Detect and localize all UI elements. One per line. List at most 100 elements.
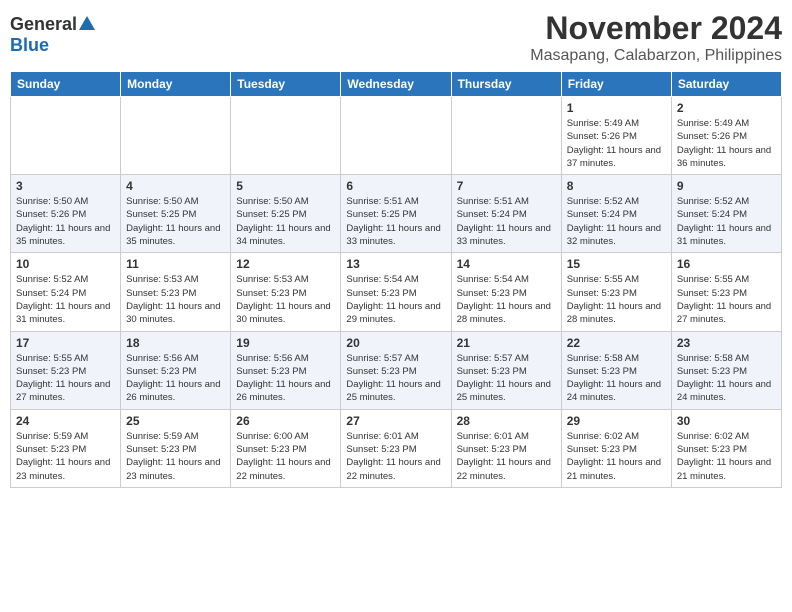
day-number: 27: [346, 414, 445, 428]
calendar-day-cell: 8 Sunrise: 5:52 AMSunset: 5:24 PMDaylight…: [561, 175, 671, 253]
day-info: Sunrise: 5:55 AMSunset: 5:23 PMDaylight:…: [567, 273, 666, 326]
logo-general-text: General: [10, 14, 77, 35]
calendar-day-cell: 10Sunrise: 5:52 AMSunset: 5:24 PMDayligh…: [11, 253, 121, 331]
calendar-header-monday: Monday: [121, 72, 231, 97]
calendar-header-saturday: Saturday: [671, 72, 781, 97]
day-number: 2: [677, 101, 776, 115]
day-info: Sunrise: 5:52 AMSunset: 5:24 PMDaylight:…: [16, 273, 115, 326]
day-number: 1: [567, 101, 666, 115]
day-number: 3: [16, 179, 115, 193]
day-info: Sunrise: 5:55 AMSunset: 5:23 PMDaylight:…: [677, 273, 776, 326]
logo: General Blue: [10, 10, 95, 56]
day-number: 28: [457, 414, 556, 428]
day-info: Sunrise: 5:52 AMSunset: 5:24 PMDaylight:…: [567, 195, 666, 248]
day-info: Sunrise: 5:50 AMSunset: 5:26 PMDaylight:…: [16, 195, 115, 248]
logo-blue-text: Blue: [10, 35, 49, 56]
calendar-day-cell: [341, 97, 451, 175]
day-number: 8: [567, 179, 666, 193]
day-number: 11: [126, 257, 225, 271]
day-number: 16: [677, 257, 776, 271]
calendar-day-cell: 5 Sunrise: 5:50 AMSunset: 5:25 PMDaylight…: [231, 175, 341, 253]
calendar-day-cell: 1 Sunrise: 5:49 AMSunset: 5:26 PMDaylight…: [561, 97, 671, 175]
calendar-day-cell: 26 Sunrise: 6:00 AMSunset: 5:23 PMDayligh…: [231, 409, 341, 487]
day-number: 14: [457, 257, 556, 271]
day-info: Sunrise: 6:01 AMSunset: 5:23 PMDaylight:…: [457, 430, 556, 483]
calendar-day-cell: 14 Sunrise: 5:54 AMSunset: 5:23 PMDayligh…: [451, 253, 561, 331]
day-info: Sunrise: 5:49 AMSunset: 5:26 PMDaylight:…: [677, 117, 776, 170]
day-info: Sunrise: 5:51 AMSunset: 5:24 PMDaylight:…: [457, 195, 556, 248]
day-info: Sunrise: 5:56 AMSunset: 5:23 PMDaylight:…: [126, 352, 225, 405]
calendar-day-cell: 28 Sunrise: 6:01 AMSunset: 5:23 PMDayligh…: [451, 409, 561, 487]
day-info: Sunrise: 5:54 AMSunset: 5:23 PMDaylight:…: [457, 273, 556, 326]
calendar-header-thursday: Thursday: [451, 72, 561, 97]
day-info: Sunrise: 6:00 AMSunset: 5:23 PMDaylight:…: [236, 430, 335, 483]
calendar-header-sunday: Sunday: [11, 72, 121, 97]
calendar-day-cell: 2 Sunrise: 5:49 AMSunset: 5:26 PMDaylight…: [671, 97, 781, 175]
calendar-week-row: 17 Sunrise: 5:55 AMSunset: 5:23 PMDayligh…: [11, 331, 782, 409]
logo-triangle-icon: [79, 16, 95, 30]
title-block: November 2024 Masapang, Calabarzon, Phil…: [530, 10, 782, 65]
calendar-day-cell: 20Sunrise: 5:57 AMSunset: 5:23 PMDayligh…: [341, 331, 451, 409]
day-number: 9: [677, 179, 776, 193]
day-info: Sunrise: 5:54 AMSunset: 5:23 PMDaylight:…: [346, 273, 445, 326]
calendar-day-cell: 7 Sunrise: 5:51 AMSunset: 5:24 PMDaylight…: [451, 175, 561, 253]
day-number: 7: [457, 179, 556, 193]
page-header: General Blue November 2024 Masapang, Cal…: [10, 10, 782, 65]
day-number: 4: [126, 179, 225, 193]
day-info: Sunrise: 5:58 AMSunset: 5:23 PMDaylight:…: [677, 352, 776, 405]
day-info: Sunrise: 5:53 AMSunset: 5:23 PMDaylight:…: [236, 273, 335, 326]
day-info: Sunrise: 5:59 AMSunset: 5:23 PMDaylight:…: [16, 430, 115, 483]
calendar-day-cell: [451, 97, 561, 175]
calendar-header-friday: Friday: [561, 72, 671, 97]
calendar-day-cell: 13 Sunrise: 5:54 AMSunset: 5:23 PMDayligh…: [341, 253, 451, 331]
calendar-day-cell: 9 Sunrise: 5:52 AMSunset: 5:24 PMDaylight…: [671, 175, 781, 253]
calendar-header-row: SundayMondayTuesdayWednesdayThursdayFrid…: [11, 72, 782, 97]
calendar-header-wednesday: Wednesday: [341, 72, 451, 97]
calendar-week-row: 3 Sunrise: 5:50 AMSunset: 5:26 PMDaylight…: [11, 175, 782, 253]
calendar-day-cell: 16 Sunrise: 5:55 AMSunset: 5:23 PMDayligh…: [671, 253, 781, 331]
day-number: 19: [236, 336, 335, 350]
calendar-day-cell: 15 Sunrise: 5:55 AMSunset: 5:23 PMDayligh…: [561, 253, 671, 331]
calendar-day-cell: 17 Sunrise: 5:55 AMSunset: 5:23 PMDayligh…: [11, 331, 121, 409]
day-info: Sunrise: 6:01 AMSunset: 5:23 PMDaylight:…: [346, 430, 445, 483]
day-info: Sunrise: 5:55 AMSunset: 5:23 PMDaylight:…: [16, 352, 115, 405]
calendar-day-cell: 6 Sunrise: 5:51 AMSunset: 5:25 PMDaylight…: [341, 175, 451, 253]
day-info: Sunrise: 5:59 AMSunset: 5:23 PMDaylight:…: [126, 430, 225, 483]
day-info: Sunrise: 5:50 AMSunset: 5:25 PMDaylight:…: [126, 195, 225, 248]
day-info: Sunrise: 6:02 AMSunset: 5:23 PMDaylight:…: [677, 430, 776, 483]
day-number: 13: [346, 257, 445, 271]
calendar-week-row: 1 Sunrise: 5:49 AMSunset: 5:26 PMDaylight…: [11, 97, 782, 175]
day-info: Sunrise: 5:57 AMSunset: 5:23 PMDaylight:…: [457, 352, 556, 405]
day-number: 26: [236, 414, 335, 428]
calendar-day-cell: 27 Sunrise: 6:01 AMSunset: 5:23 PMDayligh…: [341, 409, 451, 487]
calendar-day-cell: [231, 97, 341, 175]
calendar-day-cell: [11, 97, 121, 175]
day-number: 29: [567, 414, 666, 428]
day-info: Sunrise: 5:58 AMSunset: 5:23 PMDaylight:…: [567, 352, 666, 405]
day-number: 15: [567, 257, 666, 271]
day-info: Sunrise: 5:49 AMSunset: 5:26 PMDaylight:…: [567, 117, 666, 170]
calendar-day-cell: 19Sunrise: 5:56 AMSunset: 5:23 PMDayligh…: [231, 331, 341, 409]
calendar-day-cell: 4 Sunrise: 5:50 AMSunset: 5:25 PMDaylight…: [121, 175, 231, 253]
calendar-week-row: 10Sunrise: 5:52 AMSunset: 5:24 PMDayligh…: [11, 253, 782, 331]
day-info: Sunrise: 5:52 AMSunset: 5:24 PMDaylight:…: [677, 195, 776, 248]
calendar-day-cell: 24 Sunrise: 5:59 AMSunset: 5:23 PMDayligh…: [11, 409, 121, 487]
day-number: 20: [346, 336, 445, 350]
calendar-header-tuesday: Tuesday: [231, 72, 341, 97]
day-number: 24: [16, 414, 115, 428]
day-number: 21: [457, 336, 556, 350]
day-number: 12: [236, 257, 335, 271]
day-info: Sunrise: 6:02 AMSunset: 5:23 PMDaylight:…: [567, 430, 666, 483]
calendar-day-cell: 29 Sunrise: 6:02 AMSunset: 5:23 PMDayligh…: [561, 409, 671, 487]
calendar-week-row: 24 Sunrise: 5:59 AMSunset: 5:23 PMDayligh…: [11, 409, 782, 487]
day-number: 6: [346, 179, 445, 193]
day-number: 5: [236, 179, 335, 193]
day-info: Sunrise: 5:51 AMSunset: 5:25 PMDaylight:…: [346, 195, 445, 248]
calendar-day-cell: 30Sunrise: 6:02 AMSunset: 5:23 PMDayligh…: [671, 409, 781, 487]
day-info: Sunrise: 5:50 AMSunset: 5:25 PMDaylight:…: [236, 195, 335, 248]
calendar-day-cell: 12 Sunrise: 5:53 AMSunset: 5:23 PMDayligh…: [231, 253, 341, 331]
calendar-day-cell: 3 Sunrise: 5:50 AMSunset: 5:26 PMDaylight…: [11, 175, 121, 253]
day-number: 17: [16, 336, 115, 350]
day-info: Sunrise: 5:53 AMSunset: 5:23 PMDaylight:…: [126, 273, 225, 326]
page-subtitle: Masapang, Calabarzon, Philippines: [530, 47, 782, 65]
